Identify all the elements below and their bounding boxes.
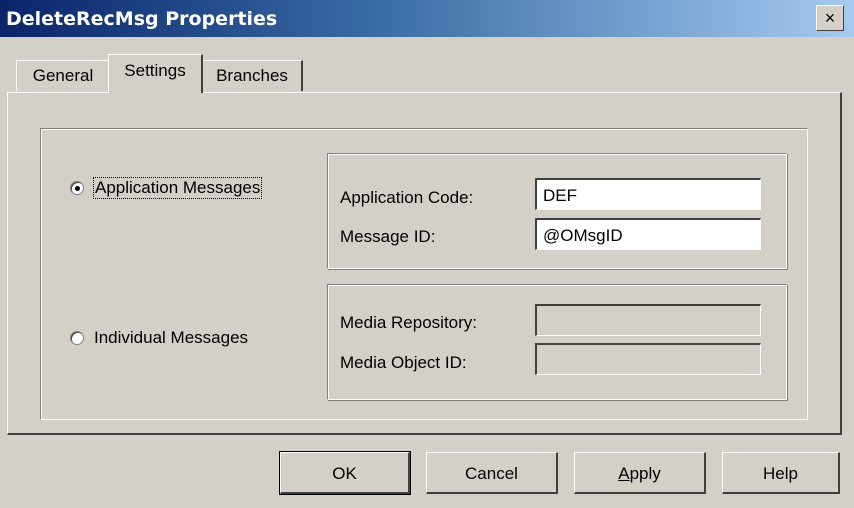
window-title: DeleteRecMsg Properties <box>6 8 278 30</box>
help-button-label: Help <box>763 464 798 483</box>
application-code-field[interactable]: DEF <box>535 178 761 210</box>
apply-button-label: pply <box>629 464 661 483</box>
individual-messages-label: Individual Messages <box>94 328 249 347</box>
media-group <box>327 284 787 400</box>
title-bar: DeleteRecMsg Properties × <box>0 0 854 37</box>
help-button[interactable]: Help <box>722 452 840 494</box>
tab-branches[interactable]: Branches <box>202 60 303 91</box>
close-icon: × <box>824 8 836 28</box>
application-messages-radio[interactable]: Application Messages <box>70 177 263 199</box>
close-button[interactable]: × <box>816 5 844 31</box>
media-repository-label: Media Repository: <box>340 313 478 332</box>
media-object-id-field[interactable] <box>535 343 761 375</box>
application-code-label: Application Code: <box>340 188 474 207</box>
cancel-button[interactable]: Cancel <box>426 452 558 494</box>
ok-button-label: OK <box>332 464 357 483</box>
ok-button[interactable]: OK <box>279 451 411 495</box>
tab-general-label: General <box>32 66 94 85</box>
media-repository-field[interactable] <box>535 304 761 336</box>
media-object-id-label: Media Object ID: <box>340 353 467 372</box>
cancel-button-label: Cancel <box>465 464 518 483</box>
individual-messages-radio[interactable]: Individual Messages <box>70 328 248 348</box>
message-id-field[interactable]: @OMsgID <box>535 218 761 250</box>
tab-general[interactable]: General <box>16 60 111 91</box>
tab-settings[interactable]: Settings <box>108 54 203 93</box>
tab-branches-label: Branches <box>216 66 288 85</box>
apply-button[interactable]: Apply <box>574 452 706 494</box>
tab-settings-label: Settings <box>124 61 186 80</box>
radio-selected-icon <box>70 181 84 195</box>
application-messages-label: Application Messages <box>92 177 263 199</box>
message-id-label: Message ID: <box>340 227 436 246</box>
radio-unselected-icon <box>70 331 84 345</box>
apply-mnemonic: A <box>618 464 630 483</box>
